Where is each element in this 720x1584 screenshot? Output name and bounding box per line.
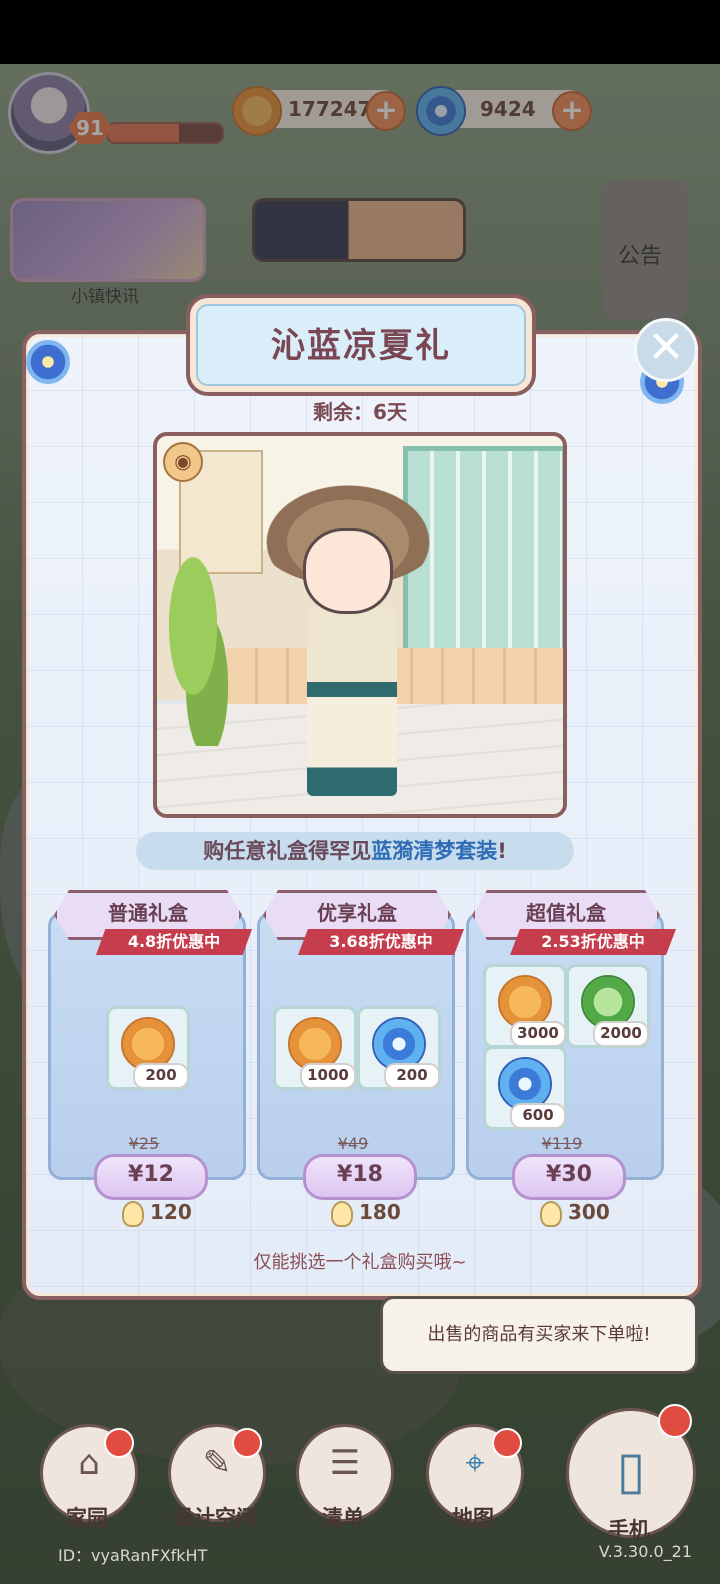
eye-icon[interactable]: ◉: [163, 442, 203, 482]
original-price: ¥49: [337, 1134, 369, 1153]
reward-item: 200: [106, 1006, 190, 1090]
reward-item: 2000: [566, 964, 650, 1048]
list-icon: ☰: [329, 1443, 361, 1483]
item-qty: 3000: [510, 1021, 566, 1047]
notification-dot: [232, 1428, 262, 1458]
remaining-time: 剩余：6天: [313, 400, 407, 424]
original-price: ¥119: [541, 1134, 583, 1153]
bulb-icon: [331, 1200, 353, 1227]
original-price: ¥25: [128, 1134, 160, 1153]
nav-map-label[interactable]: 地图: [418, 1502, 528, 1532]
flower-decoration-icon: [26, 340, 70, 384]
phone-icon: ▯: [616, 1441, 646, 1501]
buy-button[interactable]: ¥12: [94, 1154, 208, 1200]
outfit-preview: ◉: [153, 432, 567, 818]
close-button[interactable]: ✕: [634, 318, 698, 382]
reward-item: 1000: [273, 1006, 357, 1090]
discount-tag: 3.68折优惠中: [298, 929, 464, 955]
order-notification[interactable]: 出售的商品有买家来下单啦!: [380, 1296, 698, 1374]
item-qty: 200: [384, 1063, 440, 1089]
item-qty: 600: [510, 1103, 566, 1129]
popup-title: 沁蓝凉夏礼: [271, 326, 451, 366]
nav-list-label[interactable]: 清单: [288, 1502, 398, 1532]
reward-item: 3000: [483, 964, 567, 1048]
notification-dot: [492, 1428, 522, 1458]
bonus-banner: 购任意礼盒得罕见蓝漪清梦套装!: [136, 832, 574, 870]
bulb-icon: [540, 1200, 562, 1227]
purchase-note: 仅能挑选一个礼盒购买哦~: [253, 1252, 467, 1273]
item-qty: 200: [133, 1063, 189, 1089]
reward-item: 200: [357, 1006, 441, 1090]
nav-design-label[interactable]: 设计空间: [160, 1502, 270, 1532]
player-id: ID：vyaRanFXfkHT: [58, 1546, 208, 1565]
item-qty: 2000: [593, 1021, 649, 1047]
discount-tag: 2.53折优惠中: [510, 929, 676, 955]
nav-phone-label[interactable]: 手机: [574, 1514, 684, 1544]
bulb-reward: 180: [331, 1200, 401, 1227]
item-qty: 1000: [300, 1063, 356, 1089]
bulb-icon: [122, 1200, 144, 1227]
reward-item: 600: [483, 1046, 567, 1130]
discount-tag: 4.8折优惠中: [96, 929, 252, 955]
notification-dot: [658, 1404, 692, 1438]
buy-button[interactable]: ¥30: [512, 1154, 626, 1200]
bulb-reward: 300: [540, 1200, 610, 1227]
bulb-reward: 120: [122, 1200, 192, 1227]
buy-button[interactable]: ¥18: [303, 1154, 417, 1200]
nav-home-label[interactable]: 家园: [32, 1502, 142, 1532]
notification-dot: [104, 1428, 134, 1458]
version-label: V.3.30.0_21: [598, 1542, 692, 1561]
